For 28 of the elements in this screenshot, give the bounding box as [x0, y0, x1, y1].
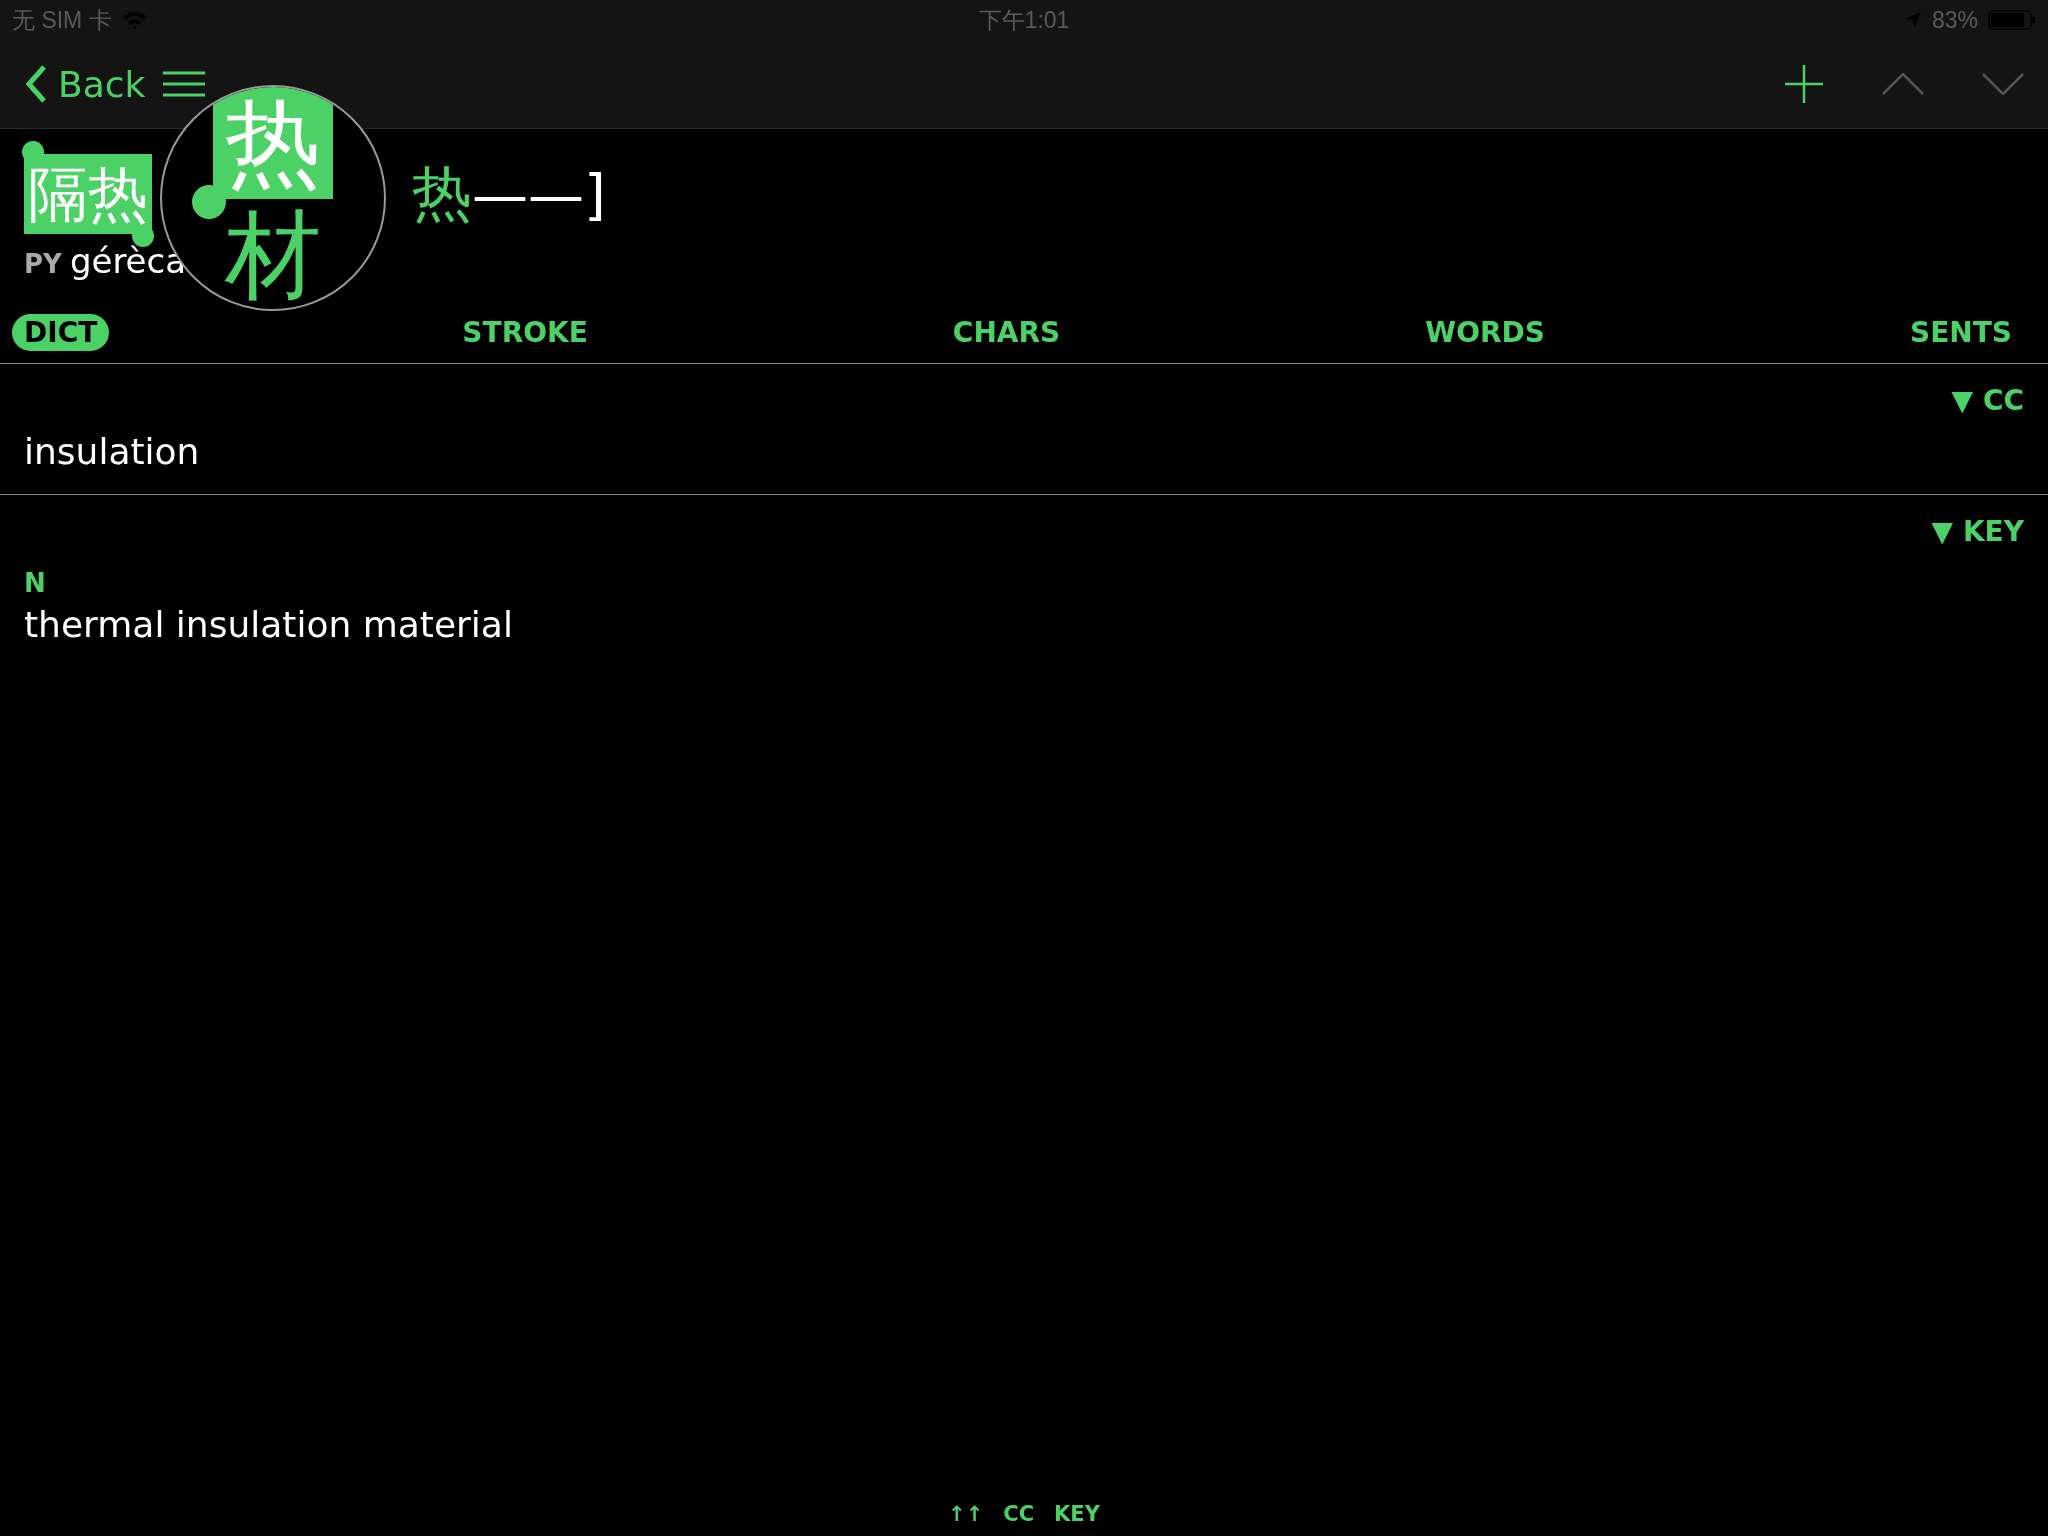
tab[interactable]: CHARS	[940, 313, 1073, 351]
plus-icon[interactable]	[1784, 64, 1824, 104]
headword-char: 热	[412, 156, 472, 230]
jump-link[interactable]: KEY	[1054, 1502, 1100, 1526]
back-button[interactable]: Back	[24, 63, 146, 105]
tab[interactable]: DICT	[12, 313, 110, 351]
chevron-left-icon	[24, 64, 48, 104]
pinyin-label: PY	[24, 249, 62, 279]
carrier-text: 无 SIM 卡	[12, 5, 112, 35]
source-toggle[interactable]: ▼ KEY	[1931, 515, 2024, 548]
pinyin-text: gérèca	[69, 241, 187, 281]
battery-percent: 83%	[1931, 6, 1978, 34]
part-of-speech: N	[24, 568, 47, 598]
jump-link[interactable]: ↑↑	[948, 1502, 984, 1526]
tab[interactable]: WORDS	[1413, 313, 1557, 351]
tab[interactable]: SENTS	[1898, 313, 2024, 351]
tab[interactable]: STROKE	[450, 313, 600, 351]
source-toggle[interactable]: ▼ CC	[1951, 384, 2024, 417]
clock-text: 下午1:01	[978, 5, 1070, 35]
chevron-down-icon[interactable]	[1982, 73, 2024, 95]
magnified-char: 材	[224, 199, 322, 309]
jump-link[interactable]: CC	[1003, 1502, 1035, 1526]
magnified-char: 热	[213, 87, 333, 199]
traditional-bracket: ——]	[472, 161, 606, 227]
definition-text: thermal insulation material	[24, 604, 514, 645]
chevron-up-icon[interactable]	[1882, 73, 1924, 95]
menu-icon[interactable]	[163, 71, 206, 97]
definition-text: insulation	[24, 431, 201, 472]
